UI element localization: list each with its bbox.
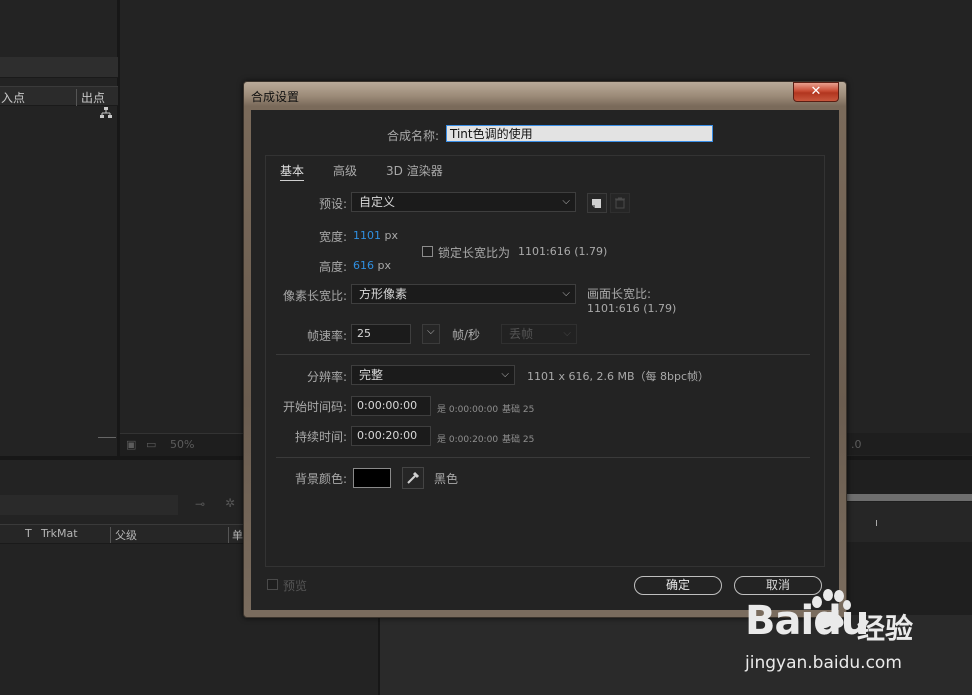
trash-icon bbox=[615, 197, 625, 209]
duration-label: 持续时间: bbox=[294, 430, 347, 444]
eyedropper-icon bbox=[407, 471, 420, 484]
lock-aspect-value: 1101:616 (1.79) bbox=[518, 245, 608, 258]
bg-color-name: 黑色 bbox=[434, 472, 459, 486]
time-ruler[interactable] bbox=[845, 502, 972, 542]
chevron-down-icon: ⌵ bbox=[427, 326, 435, 337]
composition-settings-dialog: 合成设置 ✕ 合成名称: Tint色调的使用 基本 高级 3D 渲染器 预设: … bbox=[243, 81, 847, 618]
network-icon bbox=[99, 107, 113, 119]
preview-label: 预览 bbox=[283, 579, 308, 593]
eyedropper-button[interactable] bbox=[402, 467, 424, 489]
pixel-aspect-label: 像素长宽比: bbox=[282, 289, 347, 303]
work-area-bar[interactable] bbox=[845, 494, 972, 501]
chevron-down-icon: ⌵ bbox=[562, 288, 570, 299]
drop-frame-value: 丢帧 bbox=[509, 327, 534, 341]
close-button[interactable]: ✕ bbox=[793, 82, 839, 102]
snapshot-icon[interactable]: ▣ bbox=[126, 438, 136, 451]
frame-rate-label: 帧速率: bbox=[306, 329, 347, 343]
section-divider bbox=[276, 457, 810, 458]
tab-3d-renderer[interactable]: 3D 渲染器 bbox=[386, 162, 443, 179]
save-preset-button[interactable] bbox=[587, 193, 607, 213]
trkmat-column: TrkMat bbox=[41, 527, 78, 540]
start-timecode-base: 基础 25 bbox=[502, 405, 535, 415]
width-unit: px bbox=[384, 229, 399, 242]
dialog-body: 合成名称: Tint色调的使用 基本 高级 3D 渲染器 预设: 自定义 ⌵ 宽… bbox=[251, 110, 839, 610]
ok-button[interactable]: 确定 bbox=[634, 576, 722, 595]
resolution-label: 分辨率: bbox=[306, 370, 347, 384]
baidu-watermark: Baidu 经验 jingyan.baidu.com bbox=[745, 588, 965, 690]
comp-name-input[interactable]: Tint色调的使用 bbox=[446, 125, 713, 142]
height-label: 高度: bbox=[318, 260, 347, 274]
preset-label: 预设: bbox=[318, 197, 347, 211]
preset-select[interactable]: 自定义 ⌵ bbox=[351, 192, 576, 212]
duration-note: 是 0:00:20:00 bbox=[437, 435, 499, 445]
resolution-value: 完整 bbox=[359, 368, 384, 382]
height-field[interactable]: 616 px bbox=[353, 259, 391, 272]
chevron-down-icon: ⌵ bbox=[563, 328, 571, 339]
section-divider bbox=[276, 354, 810, 355]
save-preset-icon bbox=[592, 199, 601, 208]
extra-column: 单 bbox=[228, 527, 243, 543]
dialog-title: 合成设置 bbox=[251, 90, 300, 104]
width-value[interactable]: 1101 bbox=[353, 229, 381, 242]
start-timecode-note: 是 0:00:00:00 bbox=[437, 405, 499, 415]
paw-icon bbox=[807, 588, 853, 632]
frame-aspect-value: 1101:616 (1.79) bbox=[587, 302, 677, 315]
comp-name-label: 合成名称: bbox=[386, 129, 439, 143]
bg-color-swatch[interactable] bbox=[353, 468, 391, 488]
height-unit: px bbox=[377, 259, 392, 272]
resolution-select[interactable]: 完整 ⌵ bbox=[351, 365, 515, 385]
preview-checkbox bbox=[267, 579, 278, 590]
start-timecode-label: 开始时间码: bbox=[282, 400, 347, 414]
chevron-down-icon: ⌵ bbox=[501, 369, 509, 380]
frame-rate-dropdown[interactable]: ⌵ bbox=[422, 324, 440, 344]
lock-aspect-label: 锁定长宽比为 bbox=[438, 246, 511, 260]
tab-underline bbox=[280, 180, 304, 181]
panel-line bbox=[98, 437, 116, 438]
pixel-aspect-select[interactable]: 方形像素 ⌵ bbox=[351, 284, 576, 304]
t-column: T bbox=[25, 527, 32, 540]
right-readout: .0 bbox=[851, 438, 862, 451]
height-value[interactable]: 616 bbox=[353, 259, 374, 272]
right-footer: .0 bbox=[845, 433, 972, 455]
timeline-tool-icon[interactable]: ⊸ bbox=[195, 497, 205, 511]
monitor-icon[interactable]: ▭ bbox=[146, 438, 156, 451]
fps-unit: 帧/秒 bbox=[452, 328, 481, 342]
start-timecode-input[interactable]: 0:00:00:00 bbox=[351, 396, 431, 416]
frame-aspect-label: 画面长宽比: bbox=[587, 287, 652, 301]
frame-rate-input[interactable]: 25 bbox=[351, 324, 411, 344]
tab-advanced[interactable]: 高级 bbox=[333, 162, 357, 179]
chevron-down-icon: ⌵ bbox=[562, 196, 570, 207]
out-point-column: 出点 bbox=[76, 89, 105, 106]
zoom-select[interactable]: 50% bbox=[170, 438, 194, 451]
width-field[interactable]: 1101 px bbox=[353, 229, 398, 242]
watermark-cn: 经验 bbox=[857, 612, 914, 645]
settings-group: 基本 高级 3D 渲染器 预设: 自定义 ⌵ 宽度: 1101 px 锁定长宽比… bbox=[265, 155, 825, 567]
resolution-info: 1101 x 616, 2.6 MB（每 8bpc帧） bbox=[527, 370, 710, 383]
bg-color-label: 背景颜色: bbox=[294, 472, 347, 486]
timeline-tool-icon[interactable]: ✲ bbox=[225, 496, 235, 510]
in-point-column: 入点 bbox=[1, 91, 26, 105]
duration-base: 基础 25 bbox=[502, 435, 535, 445]
drop-frame-select: 丢帧 ⌵ bbox=[501, 324, 577, 344]
lock-aspect-checkbox[interactable] bbox=[422, 246, 433, 257]
timeline-search-field[interactable] bbox=[0, 495, 178, 515]
pixel-aspect-value: 方形像素 bbox=[359, 287, 408, 301]
tab-basic[interactable]: 基本 bbox=[280, 162, 304, 179]
width-label: 宽度: bbox=[318, 230, 347, 244]
composition-footer: ▣ ▭ 50% bbox=[120, 433, 245, 456]
duration-input[interactable]: 0:00:20:00 bbox=[351, 426, 431, 446]
watermark-url: jingyan.baidu.com bbox=[745, 653, 902, 673]
timeline-column-header: T TrkMat 父级 单 bbox=[0, 524, 250, 544]
ruler-tick bbox=[876, 520, 877, 526]
project-search-field[interactable] bbox=[0, 57, 118, 78]
preset-value: 自定义 bbox=[359, 195, 396, 209]
delete-preset-button[interactable] bbox=[610, 193, 630, 213]
project-column-header: 入点 出点 bbox=[0, 86, 118, 106]
parent-column: 父级 bbox=[110, 527, 137, 543]
